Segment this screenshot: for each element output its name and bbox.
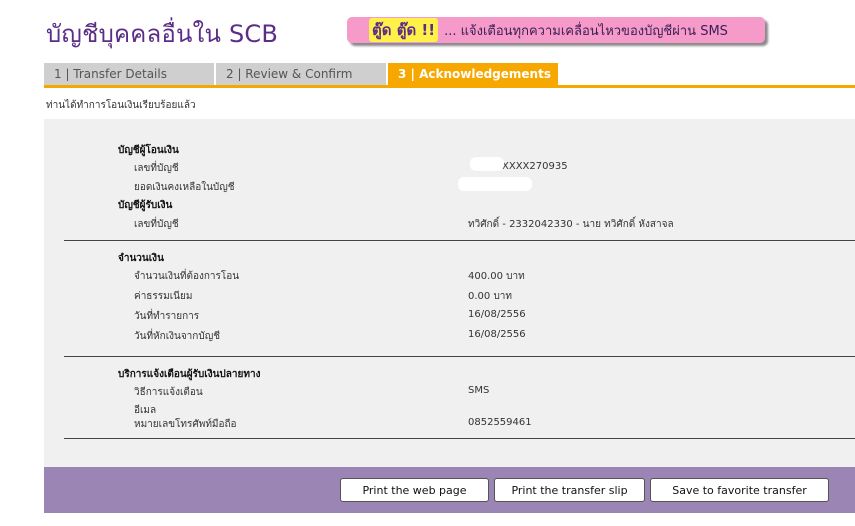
email-label: อีเมล: [134, 405, 157, 416]
action-bar: Print the web page Print the transfer sl…: [44, 467, 855, 513]
debit-date-value: 16/08/2556: [468, 329, 526, 340]
transaction-date-label: วันที่ทำรายการ: [134, 311, 200, 322]
transaction-date-value: 16/08/2556: [468, 309, 526, 320]
to-account-no-value: ทวิศักดิ์ - 2332042330 - นาย ทวิศักดิ์ ห…: [468, 219, 674, 230]
phone-value: 0852559461: [468, 417, 532, 428]
fee-label: ค่าธรรมเนียม: [134, 291, 193, 302]
wizard-steps: 1 | Transfer Details 2 | Review & Confir…: [44, 63, 855, 88]
redaction-mask: [470, 157, 504, 171]
print-page-button[interactable]: Print the web page: [340, 478, 489, 502]
divider: [64, 438, 855, 439]
to-account-heading: บัญชีผู้รับเงิน: [118, 200, 173, 211]
amount-heading: จำนวนเงิน: [118, 253, 164, 264]
transfer-amount-label: จำนวนเงินที่ต้องการโอน: [134, 271, 240, 282]
sms-promo-banner[interactable]: ตู๊ด ตู๊ด !! ... แจ้งเตือนทุกความเคลื่อน…: [347, 17, 765, 43]
sms-banner-highlight: ตู๊ด ตู๊ด !!: [369, 18, 439, 42]
fee-value: 0.00 บาท: [468, 291, 512, 302]
balance-label: ยอดเงินคงเหลือในบัญชี: [134, 182, 235, 193]
notification-heading: บริการแจ้งเตือนผู้รับเงินปลายทาง: [118, 369, 261, 380]
sms-banner-text: ... แจ้งเตือนทุกความเคลื่อนไหวของบัญชีผ่…: [444, 23, 728, 39]
from-account-no-value: XXXX270935: [502, 161, 568, 172]
from-account-no-label: เลขที่บัญชี: [134, 163, 179, 174]
to-account-no-label: เลขที่บัญชี: [134, 219, 179, 230]
save-favorite-button[interactable]: Save to favorite transfer: [650, 478, 829, 502]
notification-method-value: SMS: [468, 385, 490, 396]
notification-method-label: วิธีการแจ้งเตือน: [134, 387, 203, 398]
tab-acknowledgements: 3 | Acknowledgements: [388, 63, 558, 85]
status-message: ท่านได้ทำการโอนเงินเรียบร้อยแล้ว: [46, 100, 196, 111]
debit-date-label: วันที่หักเงินจากบัญชี: [134, 331, 221, 342]
tab-review-confirm: 2 | Review & Confirm: [216, 63, 386, 85]
redaction-mask: [458, 177, 532, 191]
transfer-summary-panel: บัญชีผู้โอนเงิน เลขที่บัญชี XXXX270935 ย…: [44, 119, 855, 467]
from-account-heading: บัญชีผู้โอนเงิน: [118, 145, 179, 156]
tab-transfer-details: 1 | Transfer Details: [44, 63, 214, 85]
divider: [64, 240, 855, 241]
print-slip-button[interactable]: Print the transfer slip: [494, 478, 645, 502]
divider: [64, 356, 855, 357]
page-title: บัญชีบุคคลอื่นใน SCB: [46, 20, 279, 48]
transfer-amount-value: 400.00 บาท: [468, 271, 525, 282]
phone-label: หมายเลขโทรศัพท์มือถือ: [134, 419, 237, 430]
